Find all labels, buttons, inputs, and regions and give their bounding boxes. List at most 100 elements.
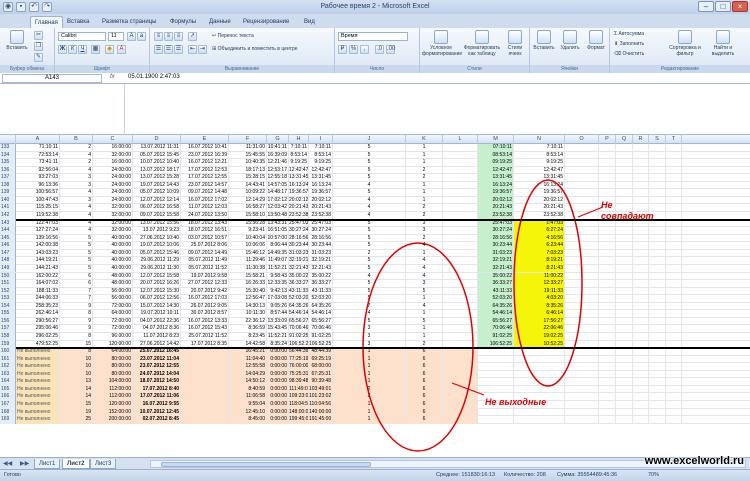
cell-p[interactable]	[599, 257, 616, 265]
cell-g[interactable]: 9:58:43	[267, 272, 289, 281]
cell-d[interactable]: 12.07.2012 12:14	[133, 196, 181, 205]
cell-e[interactable]: 25.07.2012 11:52	[181, 333, 229, 341]
cell-h[interactable]: 16:13:24	[289, 181, 309, 190]
cell-a[interactable]: Не выполнено	[16, 385, 60, 394]
insert-function-button[interactable]: fx	[110, 74, 115, 80]
cell-b[interactable]: 14	[60, 385, 93, 394]
cell-q[interactable]	[616, 317, 633, 326]
column-header-t[interactable]: T	[666, 135, 682, 144]
cell-q[interactable]	[616, 166, 633, 175]
cell-a[interactable]: 258:35:23	[16, 302, 60, 311]
cell-d[interactable]: 20.07.2012 16:26	[133, 280, 181, 288]
cell-f[interactable]: 12:56:47	[229, 295, 267, 303]
cell-e[interactable]	[181, 416, 229, 424]
cell-f[interactable]: 10:09:22	[229, 189, 267, 197]
tab-review[interactable]: Рецензирование	[239, 16, 293, 28]
cell-j[interactable]: 5	[333, 317, 406, 326]
cell-s[interactable]	[649, 333, 666, 341]
worksheet-grid[interactable]: ABCDEFGHIJKLMNOPQRST 133 71:10:11 2 16:00:0…	[0, 135, 750, 457]
cell-n[interactable]: 8:35:26	[514, 302, 565, 311]
cell-e[interactable]	[181, 370, 229, 379]
format-as-table-button[interactable]: Форматировать как таблицу	[462, 30, 502, 57]
align-center-icon[interactable]: ☰	[164, 45, 173, 54]
cell-o[interactable]	[565, 355, 599, 364]
conditional-format-button[interactable]: Условное форматирование	[422, 30, 462, 57]
cell-n[interactable]: 17:56:27	[514, 317, 565, 326]
cell-t[interactable]	[666, 363, 682, 371]
cell-b[interactable]: 2	[60, 144, 93, 152]
row-header[interactable]: 167	[0, 401, 16, 409]
cell-e[interactable]: 11.07.2012 12:03	[181, 204, 229, 212]
cell-f[interactable]: 15:45:55	[229, 151, 267, 160]
cell-n[interactable]: 16:13:24	[514, 181, 565, 190]
cell-q[interactable]	[616, 325, 633, 333]
cell-h[interactable]: 76:00:00	[289, 363, 309, 371]
row-header[interactable]: 148	[0, 257, 16, 265]
cell-r[interactable]	[633, 181, 649, 190]
cell-a[interactable]: 164:07:02	[16, 280, 60, 288]
cell-n[interactable]: 1:47:03	[514, 219, 565, 228]
cell-o[interactable]	[565, 310, 599, 318]
cell-n[interactable]: 7:10:11	[514, 144, 565, 152]
cell-m[interactable]: 64:35:26	[478, 302, 514, 311]
cell-o[interactable]	[565, 204, 599, 212]
cell-j[interactable]: 5	[333, 151, 406, 160]
cell-e[interactable]: 18.07.2012 16:51	[181, 227, 229, 235]
cell-d[interactable]: 29.06.2012 11:30	[133, 264, 181, 273]
cell-l[interactable]	[443, 348, 478, 356]
cell-s[interactable]	[649, 242, 666, 250]
cell-j[interactable]: 4	[333, 204, 406, 212]
tab-data[interactable]: Данные	[205, 16, 235, 28]
cell-d[interactable]: 17.07.2012 11:06	[133, 393, 181, 401]
row-header[interactable]: 146	[0, 242, 16, 250]
cell-n[interactable]: 20:02:12	[514, 196, 565, 205]
cell-l[interactable]	[443, 295, 478, 303]
cell-t[interactable]	[666, 189, 682, 197]
cell-n[interactable]: 6:27:24	[514, 227, 565, 235]
cell-e[interactable]	[181, 408, 229, 417]
cell-h[interactable]: 28:16:56	[289, 234, 309, 243]
cell-g[interactable]: 0:00:00	[267, 393, 289, 401]
cell-o[interactable]	[565, 408, 599, 417]
percent-icon[interactable]: %	[349, 45, 358, 54]
cell-b[interactable]: 5	[60, 242, 93, 250]
cell-d[interactable]: 11.07.2012 8:23	[133, 333, 181, 341]
cell-h[interactable]: 35:00:22	[289, 272, 309, 281]
cell-i[interactable]: 110:04:56	[309, 401, 333, 409]
cell-g[interactable]: 12:53:17	[267, 166, 289, 175]
column-header-b[interactable]: B	[60, 135, 93, 144]
cell-h[interactable]: 64:35:26	[289, 302, 309, 311]
cell-f[interactable]: 9:55:04	[229, 401, 267, 409]
cell-e[interactable]: 16.07.2012 13:33	[181, 317, 229, 326]
cell-t[interactable]	[666, 174, 682, 182]
cell-g[interactable]: 0:00:00	[267, 401, 289, 409]
cell-g[interactable]: 10:41:11	[267, 144, 289, 152]
column-header-r[interactable]: R	[633, 135, 649, 144]
column-header-i[interactable]: I	[309, 135, 333, 144]
cell-k[interactable]: 2	[406, 234, 443, 243]
cell-q[interactable]	[616, 257, 633, 265]
cell-c[interactable]: 80:00:00	[93, 370, 133, 379]
fill-color-icon[interactable]: ◆	[105, 45, 114, 54]
cell-k[interactable]: 6	[406, 408, 443, 417]
cell-g[interactable]: 10:57:00	[267, 234, 289, 243]
cell-d[interactable]: 05.07.2012 15:45	[133, 151, 181, 160]
cell-b[interactable]: 5	[60, 257, 93, 265]
row-header[interactable]: 154	[0, 302, 16, 311]
cell-m[interactable]: 32:21:43	[478, 264, 514, 273]
cell-m[interactable]	[478, 348, 514, 356]
cell-d[interactable]: 29.06.2012 11:29	[133, 257, 181, 265]
cell-c[interactable]: 80:00:00	[93, 355, 133, 364]
cell-h[interactable]: 36:33:27	[289, 280, 309, 288]
cell-a[interactable]: Не выполнено	[16, 363, 60, 371]
cell-j[interactable]: 5	[333, 166, 406, 175]
cell-s[interactable]	[649, 144, 666, 152]
cell-o[interactable]	[565, 151, 599, 160]
cell-d[interactable]: 23.07.2012 11:04	[133, 355, 181, 364]
cell-h[interactable]: 30:23:44	[289, 242, 309, 250]
row-header[interactable]: 156	[0, 317, 16, 326]
cell-a[interactable]: 142:00:38	[16, 242, 60, 250]
cell-d[interactable]: 10.07.2012 10:40	[133, 159, 181, 167]
cell-i[interactable]: 91:02:25	[309, 333, 333, 341]
cell-n[interactable]: 20:21:43	[514, 204, 565, 212]
